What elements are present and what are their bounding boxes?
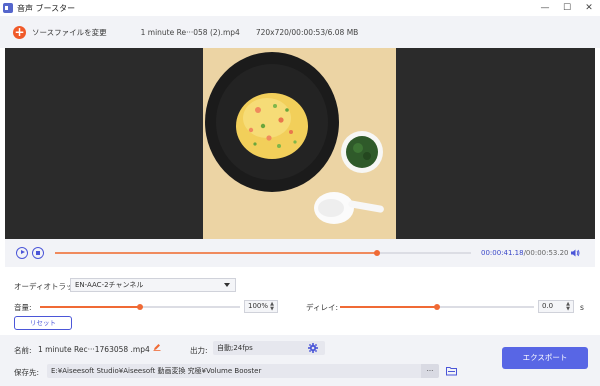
delay-slider-handle[interactable] <box>434 304 440 310</box>
close-button[interactable]: ✕ <box>578 0 600 16</box>
app-icon <box>3 3 13 13</box>
maximize-button[interactable]: ☐ <box>556 0 578 16</box>
delay-spinner-icon[interactable]: ▲ ▼ <box>565 302 571 312</box>
total-time: /00:00:53.20 <box>523 249 569 257</box>
window-controls: — ☐ ✕ <box>534 0 600 16</box>
audio-track-select[interactable]: EN-AAC-2チャンネル <box>70 278 236 292</box>
play-icon[interactable] <box>16 247 28 259</box>
delay-value: 0.0 <box>542 302 554 310</box>
window-title: 音声 ブースター <box>17 3 76 13</box>
progress-fill <box>55 252 378 254</box>
playback-controls: 00:00:41.18/00:00:53.20 <box>5 239 595 267</box>
volume-slider-fill <box>40 306 140 308</box>
video-preview <box>5 48 595 239</box>
volume-slider[interactable] <box>40 304 240 310</box>
output-file-name: 1 minute Rec···1763058 .mp4 <box>38 345 150 354</box>
add-icon[interactable]: + <box>13 25 26 39</box>
edit-icon[interactable] <box>153 343 161 351</box>
format-label: 出力: <box>190 346 208 355</box>
source-file-meta: 720x720/00:00:53/6.08 MB <box>255 27 359 37</box>
volume-spinner-icon[interactable]: ▲ ▼ <box>269 302 275 312</box>
progress-bar[interactable] <box>55 250 471 256</box>
title-bar: 音声 ブースター — ☐ ✕ <box>0 0 600 16</box>
delay-label: ディレイ: <box>306 303 339 312</box>
volume-input[interactable]: 100% ▲ ▼ <box>244 300 278 313</box>
folder-icon[interactable] <box>446 366 457 376</box>
name-label: 名前: <box>14 346 32 355</box>
change-source-button[interactable]: ソースファイルを変更 <box>32 27 107 38</box>
delay-slider[interactable] <box>340 304 534 310</box>
browse-button[interactable]: ··· <box>421 364 439 378</box>
video-frame <box>203 48 396 239</box>
delay-unit: s <box>580 303 584 312</box>
delay-slider-fill <box>340 306 437 308</box>
volume-slider-handle[interactable] <box>137 304 143 310</box>
source-toolbar: + ソースファイルを変更 1 minute Re···058 (2).mp4 7… <box>0 16 600 48</box>
delay-input[interactable]: 0.0 ▲ ▼ <box>538 300 574 313</box>
save-path-field[interactable]: E:¥Aiseesoft Studio¥Aiseesoft 動画変換 究極¥Vo… <box>47 364 439 378</box>
gear-icon[interactable] <box>308 343 318 353</box>
volume-label: 音量: <box>14 303 32 312</box>
volume-value: 100% <box>248 302 269 310</box>
reset-button[interactable]: リセット <box>14 316 72 330</box>
export-button[interactable]: エクスポート <box>502 347 588 369</box>
source-file-name: 1 minute Re···058 (2).mp4 <box>140 27 240 37</box>
stop-icon[interactable] <box>32 247 44 259</box>
current-time: 00:00:41.18 <box>481 249 524 257</box>
food-photo-image <box>203 48 396 239</box>
progress-handle[interactable] <box>374 250 381 256</box>
minimize-button[interactable]: — <box>534 0 556 16</box>
save-location-label: 保存先: <box>14 368 40 377</box>
speaker-icon[interactable] <box>570 248 580 258</box>
save-path-value: E:¥Aiseesoft Studio¥Aiseesoft 動画変換 究極¥Vo… <box>51 367 262 375</box>
timecode: 00:00:41.18/00:00:53.20 <box>481 249 569 257</box>
